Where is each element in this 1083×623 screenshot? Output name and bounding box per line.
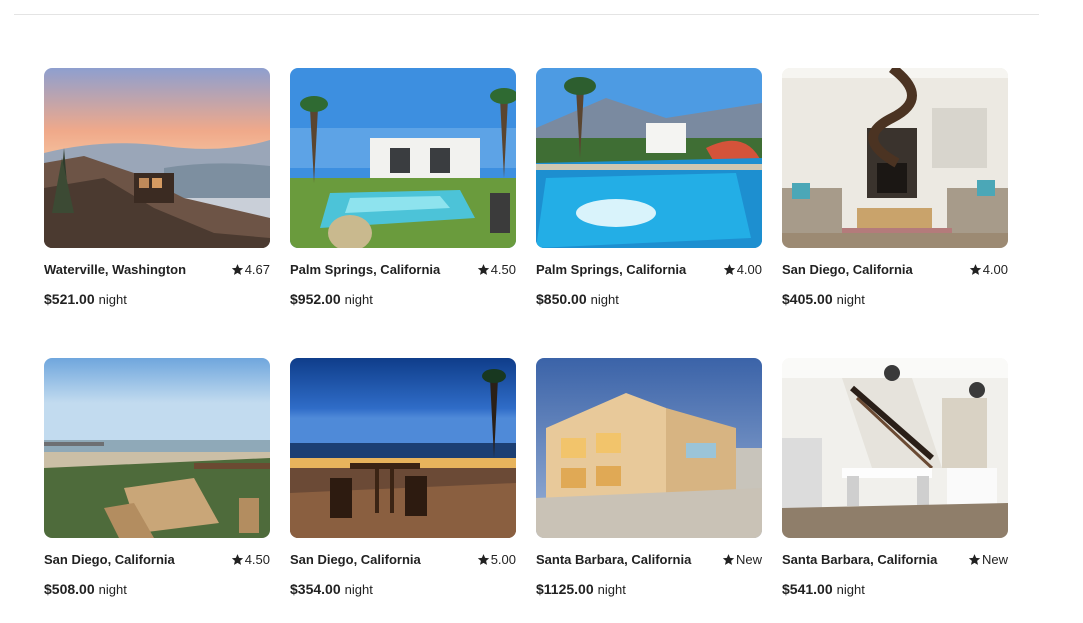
listing-photo[interactable] bbox=[44, 358, 270, 538]
price-unit: night bbox=[597, 582, 626, 597]
listing-card[interactable]: Waterville, Washington 4.67 $521.00 nigh… bbox=[44, 68, 270, 358]
listing-price: $952.00 bbox=[290, 291, 341, 307]
listing-photo[interactable] bbox=[782, 358, 1008, 538]
listing-photo[interactable] bbox=[290, 68, 516, 248]
listing-price: $405.00 bbox=[782, 291, 833, 307]
listings-grid: Waterville, Washington 4.67 $521.00 nigh… bbox=[44, 68, 1008, 623]
star-icon bbox=[968, 553, 981, 566]
rating-value: New bbox=[981, 551, 1008, 567]
rating-value: 4.00 bbox=[736, 261, 762, 277]
listing-card[interactable]: Palm Springs, California 4.00 $850.00 ni… bbox=[536, 68, 762, 358]
price-unit: night bbox=[836, 582, 865, 597]
star-icon bbox=[231, 553, 244, 566]
rating-value: 4.67 bbox=[244, 261, 270, 277]
listing-location: Waterville, Washington bbox=[44, 261, 187, 277]
listing-location: San Diego, California bbox=[44, 551, 175, 567]
listing-location: Santa Barbara, California bbox=[782, 551, 938, 567]
listing-location: Santa Barbara, California bbox=[536, 551, 692, 567]
listing-location: Palm Springs, California bbox=[536, 261, 687, 277]
listing-price: $541.00 bbox=[782, 581, 833, 597]
rating-value: New bbox=[735, 551, 762, 567]
listing-photo[interactable] bbox=[782, 68, 1008, 248]
price-unit: night bbox=[590, 292, 619, 307]
listing-rating: 5.00 bbox=[477, 552, 516, 567]
listing-rating: 4.67 bbox=[231, 262, 270, 277]
listing-price: $850.00 bbox=[536, 291, 587, 307]
listing-rating: 4.00 bbox=[723, 262, 762, 277]
header-divider bbox=[14, 14, 1039, 15]
price-unit: night bbox=[98, 582, 127, 597]
listing-rating: New bbox=[968, 552, 1008, 567]
listing-card[interactable]: Santa Barbara, California New $1125.00 n… bbox=[536, 358, 762, 623]
star-icon bbox=[722, 553, 735, 566]
price-unit: night bbox=[344, 582, 373, 597]
rating-value: 4.50 bbox=[244, 551, 270, 567]
listing-price: $354.00 bbox=[290, 581, 341, 597]
listing-rating: 4.50 bbox=[231, 552, 270, 567]
listing-price: $508.00 bbox=[44, 581, 95, 597]
price-unit: night bbox=[98, 292, 127, 307]
listing-location: Palm Springs, California bbox=[290, 261, 441, 277]
listing-photo[interactable] bbox=[44, 68, 270, 248]
rating-value: 4.50 bbox=[490, 261, 516, 277]
listing-location: San Diego, California bbox=[290, 551, 421, 567]
listing-rating: 4.00 bbox=[969, 262, 1008, 277]
star-icon bbox=[231, 263, 244, 276]
listing-photo[interactable] bbox=[536, 358, 762, 538]
listing-card[interactable]: San Diego, California 4.50 $508.00 night bbox=[44, 358, 270, 623]
price-unit: night bbox=[344, 292, 373, 307]
star-icon bbox=[477, 263, 490, 276]
listing-photo[interactable] bbox=[290, 358, 516, 538]
listing-card[interactable]: San Diego, California 4.00 $405.00 night bbox=[782, 68, 1008, 358]
star-icon bbox=[477, 553, 490, 566]
listing-card[interactable]: Palm Springs, California 4.50 $952.00 ni… bbox=[290, 68, 516, 358]
rating-value: 5.00 bbox=[490, 551, 516, 567]
listing-rating: New bbox=[722, 552, 762, 567]
listing-location: San Diego, California bbox=[782, 261, 913, 277]
listing-card[interactable]: San Diego, California 5.00 $354.00 night bbox=[290, 358, 516, 623]
listing-rating: 4.50 bbox=[477, 262, 516, 277]
listing-card[interactable]: Santa Barbara, California New $541.00 ni… bbox=[782, 358, 1008, 623]
star-icon bbox=[723, 263, 736, 276]
listing-price: $1125.00 bbox=[536, 581, 594, 597]
listing-price: $521.00 bbox=[44, 291, 95, 307]
price-unit: night bbox=[836, 292, 865, 307]
listing-photo[interactable] bbox=[536, 68, 762, 248]
rating-value: 4.00 bbox=[982, 261, 1008, 277]
star-icon bbox=[969, 263, 982, 276]
